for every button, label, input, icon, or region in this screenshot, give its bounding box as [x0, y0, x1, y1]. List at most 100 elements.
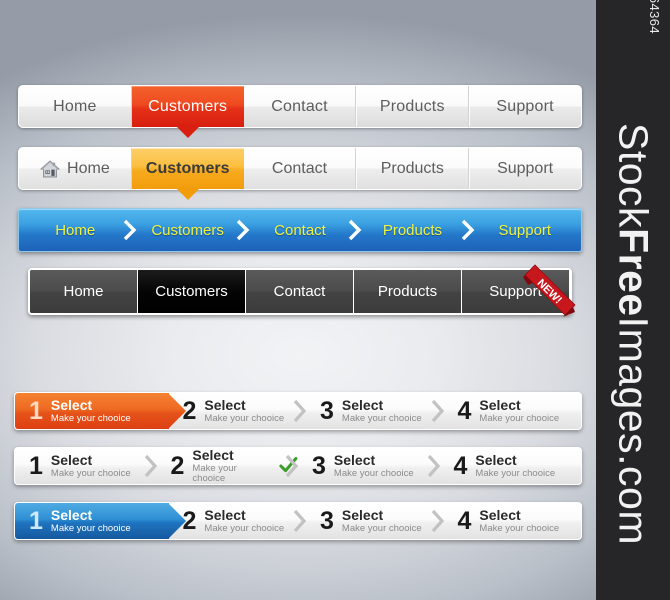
- navbar-amber: Home Customers Contact Products Support: [18, 147, 582, 190]
- nav-red-label-products: Products: [379, 97, 445, 115]
- step-subtitle: Make your chooice: [50, 468, 131, 480]
- nav-amber-item-customers[interactable]: Customers: [131, 148, 244, 189]
- step-blue-2[interactable]: 2 Select Make your chooice: [169, 503, 307, 539]
- step-orange-4[interactable]: 4 Select Make your chooice: [444, 393, 582, 429]
- nav-red-item-contact[interactable]: Contact: [244, 86, 357, 127]
- nav-blue-item-contact[interactable]: Contact: [244, 209, 362, 251]
- step-number: 2: [182, 506, 197, 535]
- nav-red-label-contact: Contact: [271, 97, 328, 115]
- step-number: 4: [457, 506, 472, 535]
- nav-blue-label-products: Products: [382, 221, 443, 239]
- step-subtitle: Make your chooice: [475, 468, 556, 480]
- step-number: 1: [29, 451, 43, 480]
- step-title: Select: [341, 506, 384, 523]
- navbar-blue-breadcrumb: Home Customers Contact Products Support: [18, 208, 582, 252]
- step-subtitle: Make your chooice: [341, 413, 422, 425]
- nav-dark-item-customers[interactable]: Customers: [138, 270, 246, 313]
- step-title: Select: [50, 506, 93, 523]
- step-number: 2: [182, 396, 197, 425]
- watermark-brand-pre: Stock: [610, 123, 657, 229]
- design-canvas: Home Customers Contact Products Support: [0, 0, 596, 600]
- screenshot-root: Home Customers Contact Products Support: [0, 0, 670, 600]
- step-title: Select: [479, 396, 521, 413]
- nav-amber-label-support: Support: [497, 159, 554, 177]
- step-plain-4[interactable]: 4 Select Make your chooice: [440, 448, 582, 484]
- step-number: 3: [312, 451, 326, 480]
- step-subtitle: Make your chooice: [479, 523, 560, 535]
- step-title: Select: [333, 451, 376, 468]
- step-blue-4[interactable]: 4 Select Make your chooice: [444, 503, 582, 539]
- nav-blue-label-customers: Customers: [151, 221, 224, 239]
- step-number: 1: [29, 506, 43, 535]
- step-subtitle: Make your chooice: [204, 523, 285, 535]
- nav-blue-item-home[interactable]: Home: [19, 209, 137, 251]
- step-title: Select: [479, 506, 521, 523]
- watermark-id-label: ID: 17364364: [647, 0, 662, 34]
- nav-blue-item-support[interactable]: Support: [469, 209, 581, 251]
- step-title: Select: [475, 451, 517, 468]
- home-icon: [40, 159, 61, 177]
- step-orange-1[interactable]: 1 Select Make your chooice: [15, 393, 186, 429]
- step-plain-3[interactable]: 3 Select Make your chooice: [298, 448, 440, 484]
- step-number: 3: [320, 506, 334, 535]
- watermark-brand: StockFreeImages.com: [610, 123, 657, 545]
- nav-blue-label-support: Support: [498, 221, 552, 239]
- nav-dark-item-products[interactable]: Products: [354, 270, 462, 313]
- nav-amber-item-support[interactable]: Support: [469, 148, 581, 189]
- nav-dark-item-contact[interactable]: Contact: [246, 270, 354, 313]
- step-number: 3: [320, 396, 334, 425]
- nav-amber-item-contact[interactable]: Contact: [244, 148, 357, 189]
- nav-dark-label-home: Home: [63, 283, 104, 300]
- stepbar-orange: 1 Select Make your chooice 2 Select Make…: [14, 392, 582, 430]
- nav-red-item-products[interactable]: Products: [356, 86, 470, 127]
- step-plain-2[interactable]: 2 Select Make your chooice: [157, 446, 299, 485]
- nav-red-item-support[interactable]: Support: [469, 86, 581, 127]
- nav-red-item-customers[interactable]: Customers: [131, 86, 244, 127]
- nav-dark-label-customers: Customers: [155, 283, 228, 300]
- nav-dark-label-contact: Contact: [273, 283, 326, 300]
- step-number: 1: [29, 396, 43, 425]
- nav-amber-label-products: Products: [380, 159, 444, 177]
- step-number: 2: [170, 451, 185, 480]
- step-subtitle: Make your chooice: [204, 413, 285, 425]
- step-orange-2[interactable]: 2 Select Make your chooice: [169, 393, 307, 429]
- step-subtitle: Make your chooice: [50, 523, 131, 535]
- step-title: Select: [204, 396, 246, 413]
- nav-amber-item-home[interactable]: Home: [19, 148, 132, 189]
- step-blue-3[interactable]: 3 Select Make your chooice: [306, 503, 444, 539]
- watermark-brand-post: Images.com: [610, 316, 657, 545]
- step-title: Select: [341, 396, 384, 413]
- step-orange-3[interactable]: 3 Select Make your chooice: [306, 393, 444, 429]
- step-number: 4: [457, 396, 472, 425]
- nav-red-item-home[interactable]: Home: [19, 86, 132, 127]
- navbar-red: Home Customers Contact Products Support: [18, 85, 582, 128]
- new-ribbon-badge[interactable]: NEW!: [521, 261, 579, 319]
- step-title: Select: [204, 506, 246, 523]
- nav-amber-label-contact: Contact: [271, 159, 328, 177]
- nav-amber-label-home: Home: [67, 159, 110, 177]
- nav-red-label-support: Support: [496, 97, 554, 115]
- step-number: 4: [453, 451, 468, 480]
- nav-amber-item-products[interactable]: Products: [356, 148, 470, 189]
- step-subtitle: Make your chooice: [333, 468, 414, 480]
- nav-amber-label-customers: Customers: [145, 159, 230, 177]
- nav-blue-label-contact: Contact: [274, 221, 326, 239]
- nav-red-label-customers: Customers: [148, 97, 228, 115]
- step-subtitle: Make your chooice: [192, 463, 237, 485]
- nav-dark-label-products: Products: [377, 283, 438, 300]
- step-blue-1[interactable]: 1 Select Make your chooice: [15, 503, 186, 539]
- nav-blue-item-products[interactable]: Products: [356, 209, 475, 251]
- nav-blue-item-customers[interactable]: Customers: [131, 209, 250, 251]
- nav-blue-label-home: Home: [55, 221, 96, 239]
- step-subtitle: Make your chooice: [341, 523, 422, 535]
- stepbar-blue: 1 Select Make your chooice 2 Select Make…: [14, 502, 582, 540]
- nav-dark-item-home[interactable]: Home: [30, 270, 138, 313]
- step-subtitle: Make your chooice: [479, 413, 560, 425]
- step-title: Select: [192, 446, 234, 463]
- stepbar-plain-checked: 1 Select Make your chooice 2 Select Make…: [14, 447, 582, 485]
- navbar-dark: Home Customers Contact Products Support …: [28, 264, 576, 317]
- step-title: Select: [50, 451, 93, 468]
- watermark-brand-bold: Free: [610, 228, 657, 317]
- step-subtitle: Make your chooice: [50, 413, 131, 425]
- step-plain-1[interactable]: 1 Select Make your chooice: [15, 448, 157, 484]
